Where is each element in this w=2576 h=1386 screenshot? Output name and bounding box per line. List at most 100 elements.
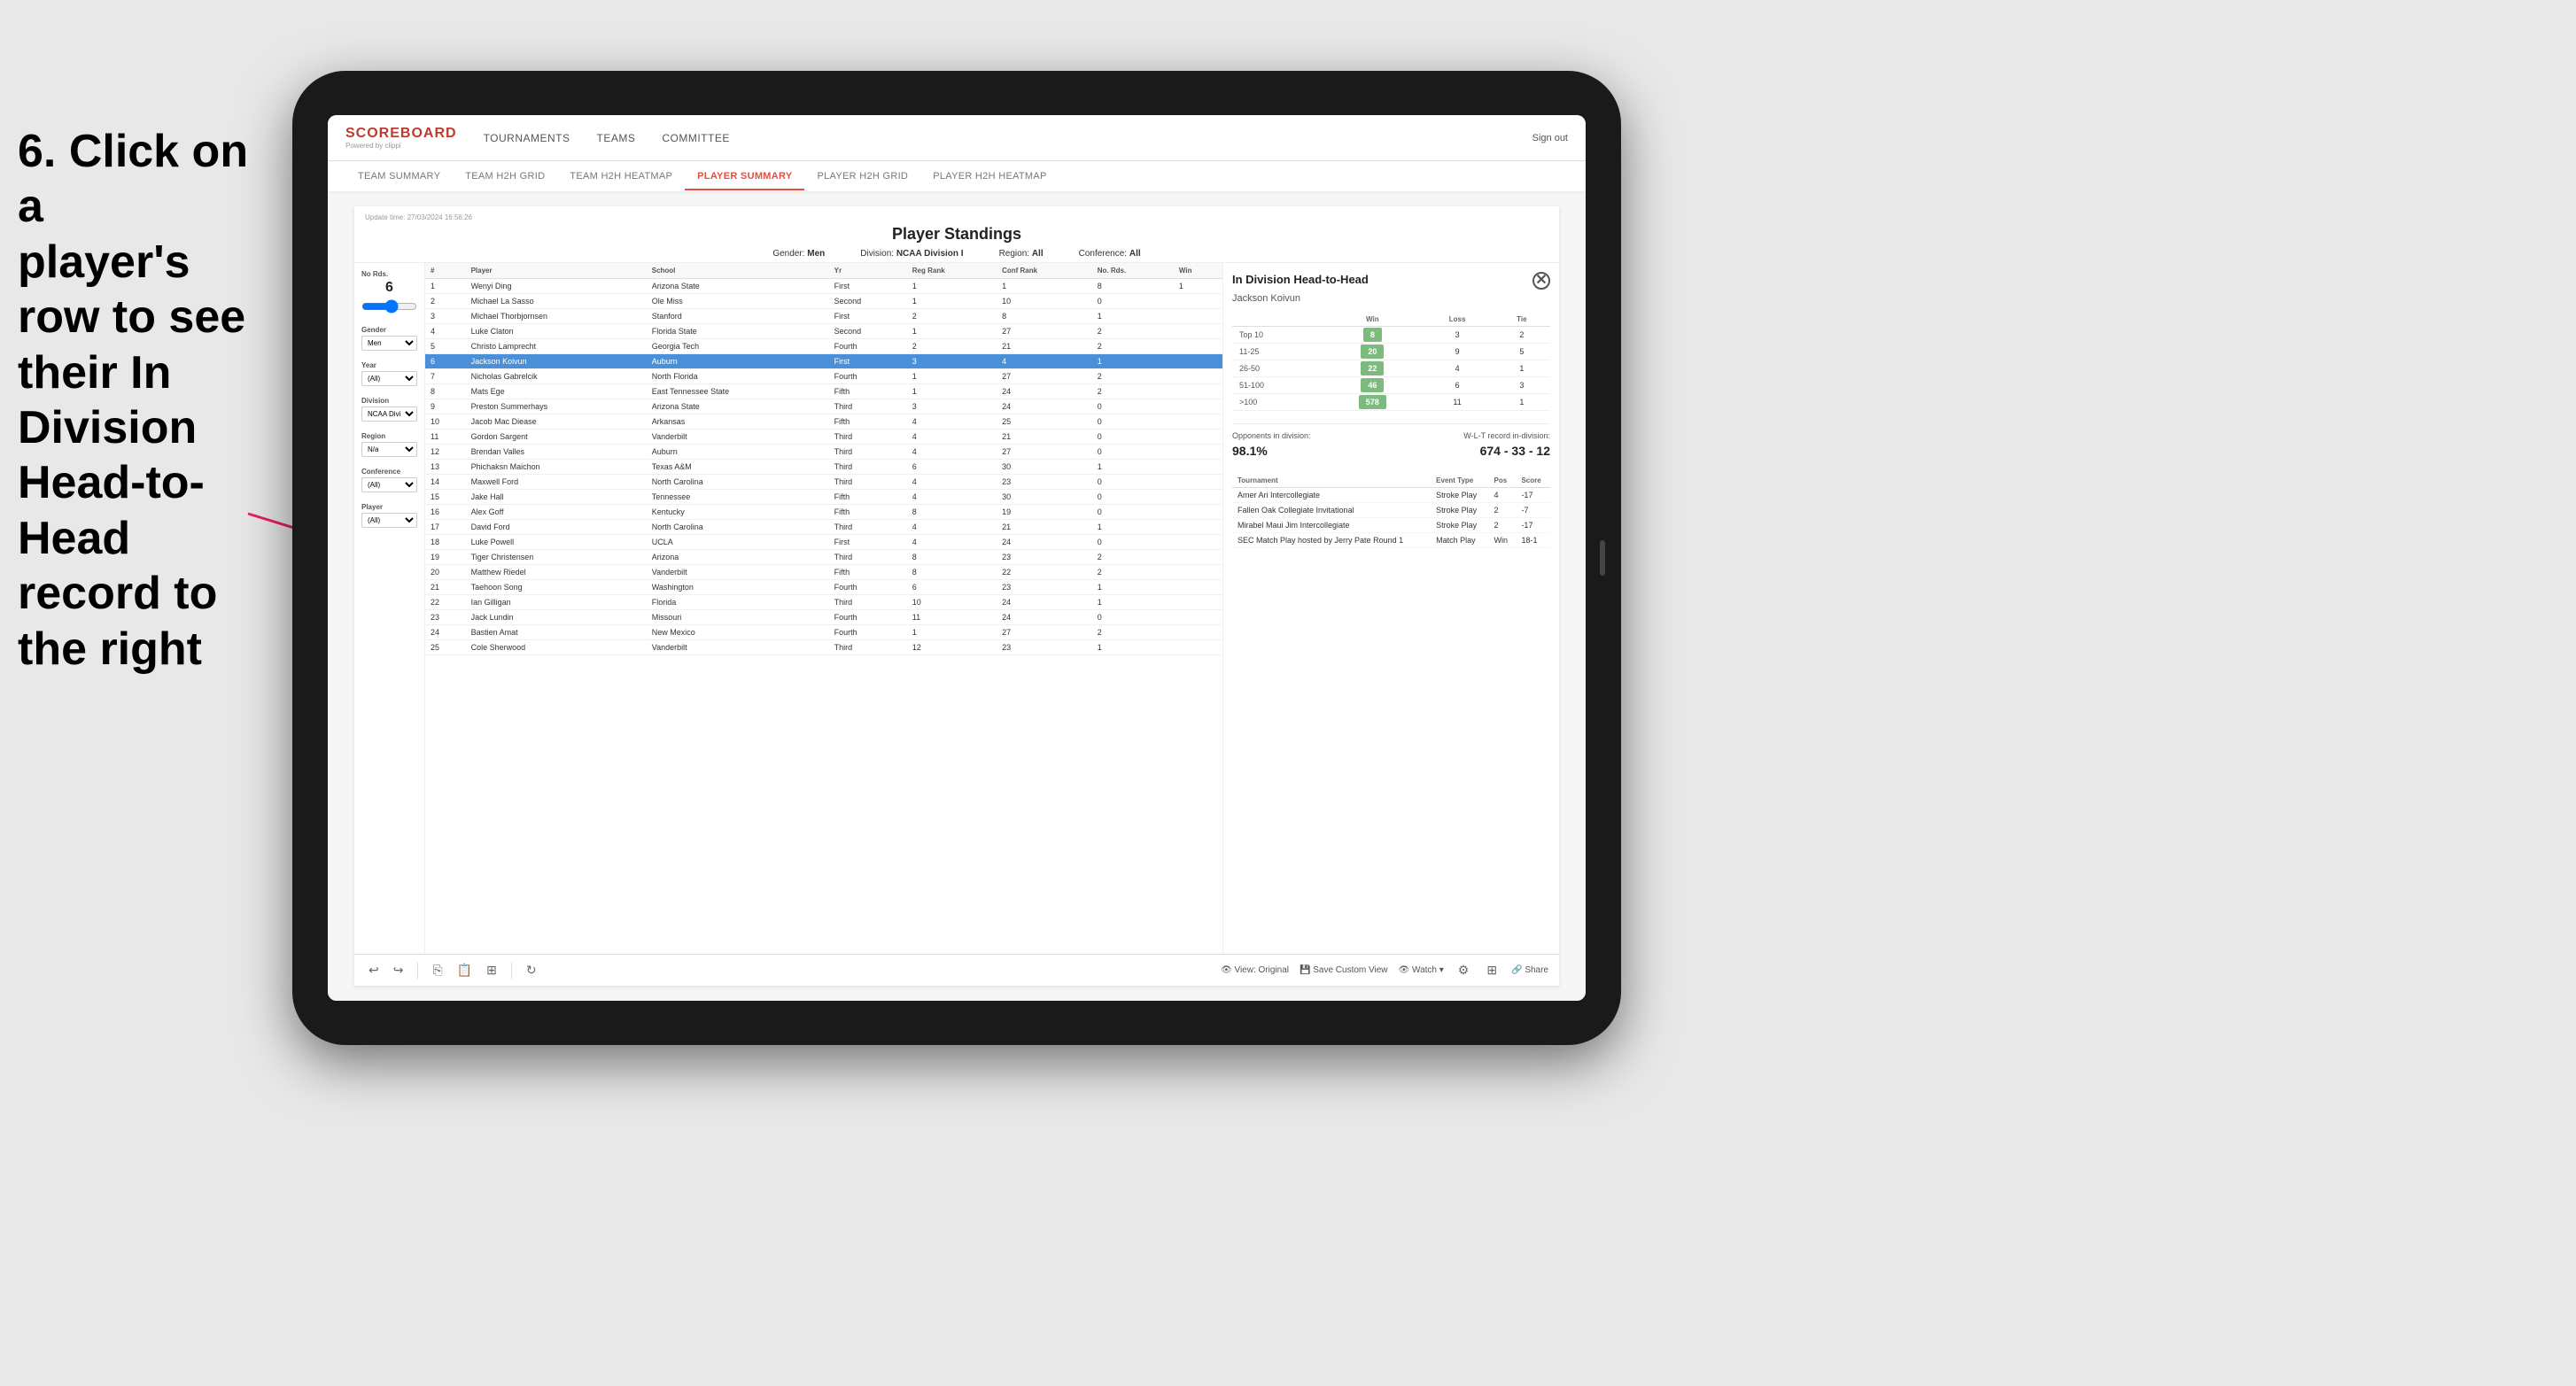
h2h-col-rank — [1232, 313, 1323, 327]
tablet-side-button[interactable] — [1600, 540, 1605, 576]
copy-button[interactable]: ⎘ — [429, 961, 446, 979]
h2h-record: 674 - 33 - 12 — [1480, 444, 1550, 458]
table-row[interactable]: 1 Wenyi Ding Arizona State First 1 1 8 1 — [425, 279, 1222, 294]
h2h-table-row: 51-100 46 6 3 — [1232, 377, 1550, 394]
standings-header: Update time: 27/03/2024 16:56:26 Player … — [354, 206, 1559, 263]
year-select[interactable]: (All) — [361, 371, 417, 386]
h2h-close-button[interactable]: ✕ — [1532, 272, 1550, 290]
logo-sub: Powered by clippi — [345, 142, 457, 150]
h2h-col-tie: Tie — [1494, 313, 1550, 327]
divider-1 — [1232, 423, 1550, 424]
nav-committee[interactable]: COMMITTEE — [662, 128, 730, 148]
toolbar-divider-2 — [511, 963, 512, 979]
tournament-row: Amer Ari Intercollegiate Stroke Play 4 -… — [1232, 488, 1550, 503]
standings-title: Player Standings — [365, 225, 1548, 244]
settings-icon[interactable]: ⚙ — [1455, 961, 1473, 979]
table-row[interactable]: 5 Christo Lamprecht Georgia Tech Fourth … — [425, 339, 1222, 354]
t-col-pos: Pos — [1488, 474, 1516, 488]
table-row[interactable]: 21 Taehoon Song Washington Fourth 6 23 1 — [425, 580, 1222, 595]
table-row[interactable]: 20 Matthew Riedel Vanderbilt Fifth 8 22 … — [425, 565, 1222, 580]
refresh-button[interactable]: ↻ — [523, 961, 540, 979]
logo-text: SCOREBOARD — [345, 126, 457, 142]
table-row[interactable]: 10 Jacob Mac Diease Arkansas Fifth 4 25 … — [425, 414, 1222, 430]
undo-button[interactable]: ↩ — [365, 961, 383, 979]
conference-select[interactable]: (All) — [361, 477, 417, 492]
table-row[interactable]: 22 Ian Gilligan Florida Third 10 24 1 — [425, 595, 1222, 610]
paste-button[interactable]: 📋 — [454, 961, 476, 979]
nav-items: TOURNAMENTS TEAMS COMMITTEE — [484, 128, 1532, 148]
table-row[interactable]: 3 Michael Thorbjornsen Stanford First 2 … — [425, 309, 1222, 324]
table-row[interactable]: 17 David Ford North Carolina Third 4 21 … — [425, 520, 1222, 535]
tablet-frame: SCOREBOARD Powered by clippi TOURNAMENTS… — [292, 71, 1621, 1045]
h2h-player-name: Jackson Koivun — [1232, 293, 1550, 304]
division-label: Division — [361, 397, 417, 405]
sign-out-button[interactable]: Sign out — [1532, 133, 1568, 143]
table-row[interactable]: 19 Tiger Christensen Arizona Third 8 23 … — [425, 550, 1222, 565]
col-school: School — [647, 263, 829, 279]
tab-player-h2h-heatmap[interactable]: PLAYER H2H HEATMAP — [920, 164, 1059, 190]
table-row[interactable]: 18 Luke Powell UCLA First 4 24 0 — [425, 535, 1222, 550]
table-row[interactable]: 4 Luke Claton Florida State Second 1 27 … — [425, 324, 1222, 339]
tab-player-h2h-grid[interactable]: PLAYER H2H GRID — [804, 164, 920, 190]
rounds-slider[interactable] — [361, 299, 417, 314]
division-section: Division NCAA Division I — [361, 397, 417, 422]
col-num: # — [425, 263, 466, 279]
tab-team-h2h-grid[interactable]: TEAM H2H GRID — [453, 164, 557, 190]
region-filter: Region: All — [999, 249, 1044, 259]
region-label: Region — [361, 432, 417, 440]
table-row[interactable]: 6 Jackson Koivun Auburn First 3 4 1 — [425, 354, 1222, 369]
h2h-table: Win Loss Tie Top 10 8 3 2 11-25 20 9 5 2… — [1232, 313, 1550, 411]
standings-body: No Rds. 6 Gender Men Year — [354, 263, 1559, 954]
tab-team-summary[interactable]: TEAM SUMMARY — [345, 164, 453, 190]
table-row[interactable]: 14 Maxwell Ford North Carolina Third 4 2… — [425, 475, 1222, 490]
format-button[interactable]: ⊞ — [483, 961, 500, 979]
region-select[interactable]: N/a — [361, 442, 417, 457]
table-row[interactable]: 7 Nicholas Gabrelcik North Florida Fourt… — [425, 369, 1222, 384]
gender-label: Gender — [361, 326, 417, 334]
standings-table: # Player School Yr Reg Rank Conf Rank No… — [425, 263, 1222, 655]
col-yr: Yr — [829, 263, 907, 279]
region-section: Region N/a — [361, 432, 417, 457]
table-row[interactable]: 16 Alex Goff Kentucky Fifth 8 19 0 — [425, 505, 1222, 520]
table-row[interactable]: 15 Jake Hall Tennessee Fifth 4 30 0 — [425, 490, 1222, 505]
table-row[interactable]: 2 Michael La Sasso Ole Miss Second 1 10 … — [425, 294, 1222, 309]
nav-tournaments[interactable]: TOURNAMENTS — [484, 128, 570, 148]
sidebar-filters: No Rds. 6 Gender Men Year — [354, 263, 425, 954]
gender-section: Gender Men — [361, 326, 417, 351]
table-row[interactable]: 8 Mats Ege East Tennessee State Fifth 1 … — [425, 384, 1222, 399]
share-btn[interactable]: 🔗 Share — [1511, 965, 1548, 975]
tab-player-summary[interactable]: PLAYER SUMMARY — [685, 164, 804, 190]
table-row[interactable]: 9 Preston Summerhays Arizona State Third… — [425, 399, 1222, 414]
table-row[interactable]: 24 Bastien Amat New Mexico Fourth 1 27 2 — [425, 625, 1222, 640]
bottom-toolbar: ↩ ↪ ⎘ 📋 ⊞ ↻ 👁 View: Original 💾 Save Cust… — [354, 954, 1559, 986]
year-label: Year — [361, 361, 417, 369]
division-select[interactable]: NCAA Division I — [361, 407, 417, 422]
table-area: # Player School Yr Reg Rank Conf Rank No… — [425, 263, 1222, 954]
h2h-col-loss: Loss — [1421, 313, 1493, 327]
year-section: Year (All) — [361, 361, 417, 386]
table-row[interactable]: 13 Phichaksn Maichon Texas A&M Third 6 3… — [425, 460, 1222, 475]
watch-btn[interactable]: 👁 Watch ▾ — [1399, 965, 1444, 975]
tab-team-h2h-heatmap[interactable]: TEAM H2H HEATMAP — [557, 164, 685, 190]
table-row[interactable]: 12 Brendan Valles Auburn Third 4 27 0 — [425, 445, 1222, 460]
nav-teams[interactable]: TEAMS — [597, 128, 636, 148]
update-time: Update time: 27/03/2024 16:56:26 — [365, 213, 1548, 221]
table-row[interactable]: 11 Gordon Sargent Vanderbilt Third 4 21 … — [425, 430, 1222, 445]
main-content: Update time: 27/03/2024 16:56:26 Player … — [328, 193, 1586, 1001]
gender-select[interactable]: Men — [361, 336, 417, 351]
col-reg-rank: Reg Rank — [907, 263, 997, 279]
save-custom-btn[interactable]: 💾 Save Custom View — [1300, 965, 1388, 975]
table-row[interactable]: 23 Jack Lundin Missouri Fourth 11 24 0 — [425, 610, 1222, 625]
grid-icon[interactable]: ⊞ — [1483, 961, 1501, 979]
view-original-btn[interactable]: 👁 View: Original — [1221, 965, 1289, 975]
redo-button[interactable]: ↪ — [390, 961, 407, 979]
col-player: Player — [466, 263, 647, 279]
table-row[interactable]: 25 Cole Sherwood Vanderbilt Third 12 23 … — [425, 640, 1222, 655]
opponents-pct: 98.1% — [1232, 444, 1268, 458]
tournaments-table: Tournament Event Type Pos Score Amer Ari… — [1232, 474, 1550, 548]
t-col-score: Score — [1516, 474, 1550, 488]
player-select[interactable]: (All) — [361, 513, 417, 528]
rounds-label: No Rds. — [361, 270, 417, 278]
h2h-table-row: 11-25 20 9 5 — [1232, 344, 1550, 360]
toolbar-right: 👁 View: Original 💾 Save Custom View 👁 Wa… — [1221, 961, 1548, 979]
